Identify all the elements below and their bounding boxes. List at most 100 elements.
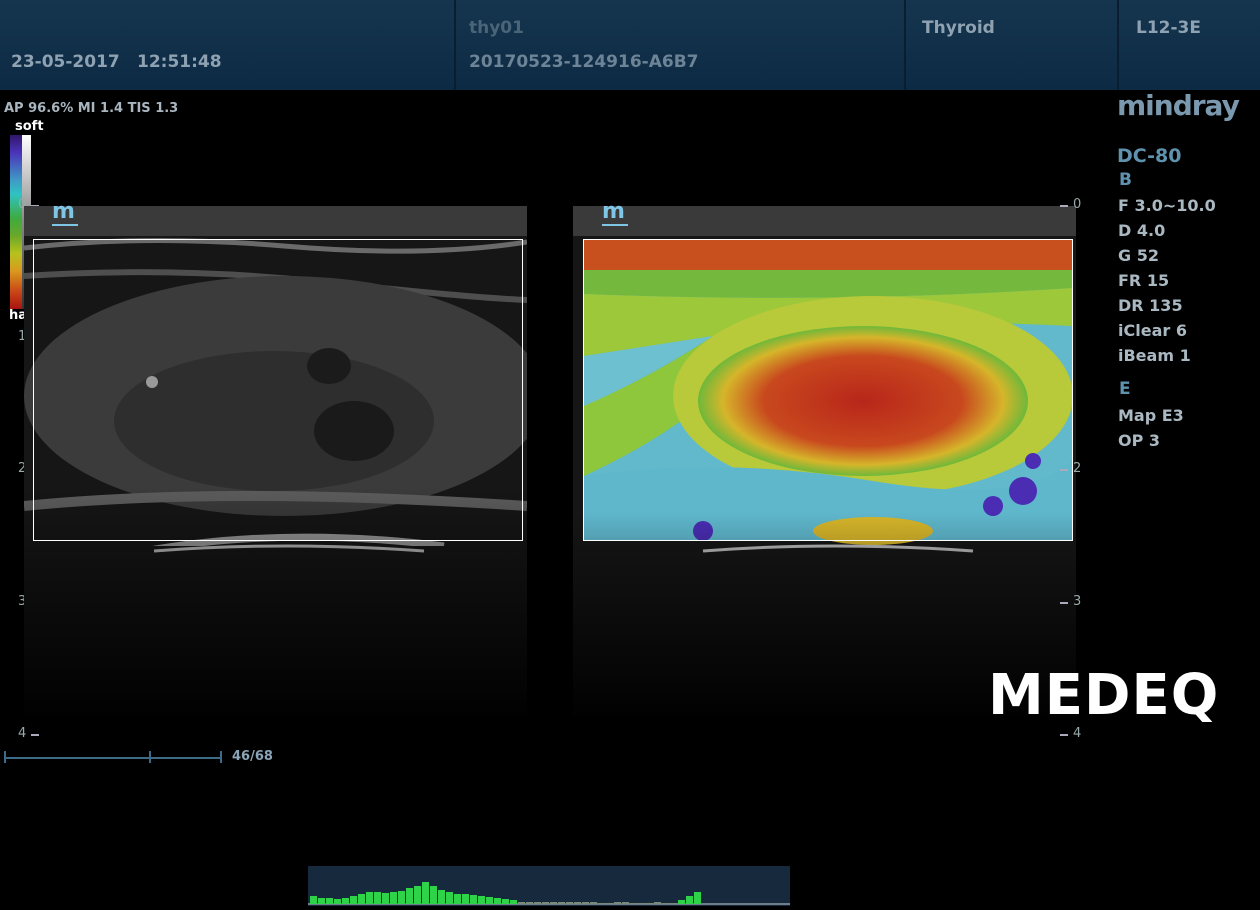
depth-label: 0 [1073,197,1082,212]
depth-label: 2 [1073,461,1082,476]
medeq-watermark: MEDEQ [988,663,1220,728]
depth-tick [31,734,39,736]
histogram-bar [622,902,629,904]
cine-start-marker[interactable] [4,751,6,763]
histogram-bar [374,892,381,904]
histogram-bar [534,902,541,904]
histogram-bar [390,892,397,904]
histogram-bar [430,886,437,904]
param-map[interactable]: Map E3 [1118,406,1184,431]
histogram-bar [678,900,685,904]
depth-label: 4 [18,726,27,741]
param-depth[interactable]: D 4.0 [1118,221,1216,246]
param-iclear[interactable]: iClear 6 [1118,321,1216,346]
depth-tick [1060,469,1068,471]
exam-type[interactable]: Thyroid [922,18,995,38]
device-model: DC-80 [1117,145,1182,167]
histogram-bar [550,902,557,904]
exam-date: 23-05-2017 [11,52,120,72]
histogram-bar [310,896,317,904]
b-mode-section-label: B [1119,170,1132,190]
param-ibeam[interactable]: iBeam 1 [1118,346,1216,371]
image-marker-underline [52,224,78,226]
elasticity-colorbar [10,135,22,309]
header-divider [904,0,906,90]
histogram-bar [406,888,413,904]
histogram-bar [478,896,485,904]
histogram-bar [694,892,701,904]
exam-id[interactable]: 20170523-124916-A6B7 [469,52,698,72]
param-dynamic-range[interactable]: DR 135 [1118,296,1216,321]
histogram-bar [454,894,461,904]
elasto-section-label: E [1119,379,1131,399]
param-frame-rate[interactable]: FR 15 [1118,271,1216,296]
depth-tick [1060,205,1068,207]
histogram-bar [438,890,445,904]
histogram-bar [630,903,637,904]
histogram-bar [446,892,453,904]
elastography-roi-box[interactable] [583,239,1073,541]
histogram-bar [654,902,661,904]
exam-time: 12:51:48 [137,52,222,72]
histogram-bar [558,902,565,904]
cine-frame-counter: 46/68 [232,749,273,764]
header-divider [1117,0,1119,90]
histogram-bar [686,896,693,904]
histogram-bar [582,902,589,904]
histogram-bar [358,894,365,904]
cine-end-marker[interactable] [220,751,222,763]
strain-histogram [308,866,790,906]
histogram-bar [614,902,621,904]
histogram-bar [590,902,597,904]
histogram-bar [470,895,477,904]
depth-tick [1060,734,1068,736]
header-divider [454,0,456,90]
image-marker-logo: m [52,199,75,224]
acoustic-readout: AP 96.6% MI 1.4 TIS 1.3 [4,101,179,116]
param-op[interactable]: OP 3 [1118,431,1184,456]
histogram-bar [542,902,549,904]
histogram-bar [334,899,341,904]
histogram-bar [414,886,421,904]
histogram-bar [502,899,509,904]
histogram-bar [518,902,525,904]
elasto-params: Map E3 OP 3 [1118,406,1184,456]
histogram-bar [494,898,501,904]
histogram-bar [574,902,581,904]
cine-position-marker[interactable] [149,751,151,763]
colorbar-soft-label: soft [15,119,44,134]
cine-timeline[interactable] [4,757,222,759]
depth-label: 4 [1073,726,1082,741]
probe-name[interactable]: L12-3E [1136,18,1201,38]
b-mode-params: F 3.0~10.0 D 4.0 G 52 FR 15 DR 135 iClea… [1118,196,1216,371]
histogram-bar [398,891,405,904]
histogram-bar [566,902,573,904]
histogram-bar [486,897,493,904]
depth-label: 3 [1073,594,1082,609]
histogram-bar [326,898,333,904]
histogram-bar [638,903,645,904]
histogram-bar [382,893,389,904]
histogram-bar [350,896,357,904]
histogram-bar [462,894,469,904]
image-marker-logo: m [602,199,625,224]
depth-tick [1060,602,1068,604]
histogram-bar [662,903,669,904]
patient-id[interactable]: thy01 [469,18,524,38]
histogram-bar [318,898,325,904]
histogram-bar [366,892,373,904]
header-bar: 23-05-2017 12:51:48 thy01 20170523-12491… [0,0,1260,90]
histogram-bar [510,900,517,904]
roi-box[interactable] [33,239,523,541]
param-gain[interactable]: G 52 [1118,246,1216,271]
histogram-bar [598,903,605,904]
histogram-bar [670,903,677,904]
histogram-bar [646,903,653,904]
histogram-bar [422,882,429,904]
param-frequency[interactable]: F 3.0~10.0 [1118,196,1216,221]
histogram-bar [606,903,613,904]
histogram-bar [342,898,349,904]
image-marker-underline [602,224,628,226]
histogram-plot [308,882,790,905]
mindray-logo: mindray [1117,89,1240,122]
